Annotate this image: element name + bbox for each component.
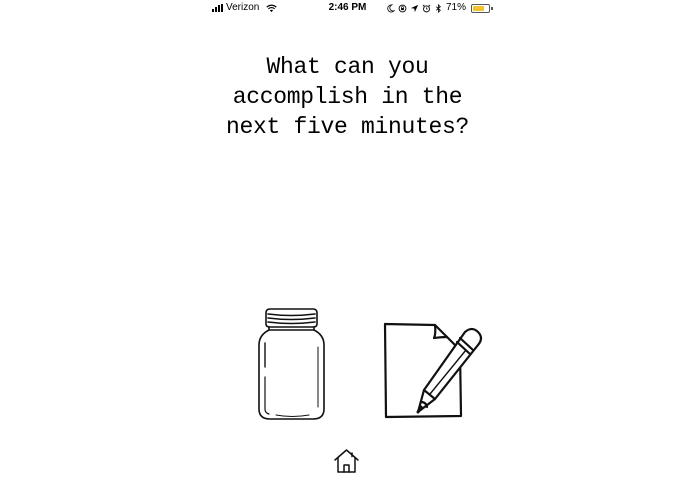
alarm-icon [422,4,431,12]
headline-prompt: What can you accomplish in the next five… [0,52,695,142]
moon-icon [387,3,395,12]
location-icon [410,4,419,12]
status-bar: Verizon 2:46 PM 71% [0,0,695,16]
home-button[interactable] [333,448,360,474]
battery-icon [471,3,493,13]
headline-line: next five minutes? [225,114,470,140]
headline-line: What can you [266,54,429,80]
headline-line: accomplish in the [232,84,463,110]
jar-icon [258,308,325,420]
status-bar-right: 71% [386,0,493,16]
rotation-lock-icon [398,4,407,12]
battery-fill [473,5,484,11]
jar-button[interactable] [254,307,329,422]
bluetooth-icon [435,3,441,13]
write-note-button[interactable] [380,320,488,422]
paper-and-pencil-icon [383,322,483,419]
battery-percent: 71% [446,2,467,13]
status-time: 2:46 PM [328,2,367,13]
home-icon [334,449,359,473]
